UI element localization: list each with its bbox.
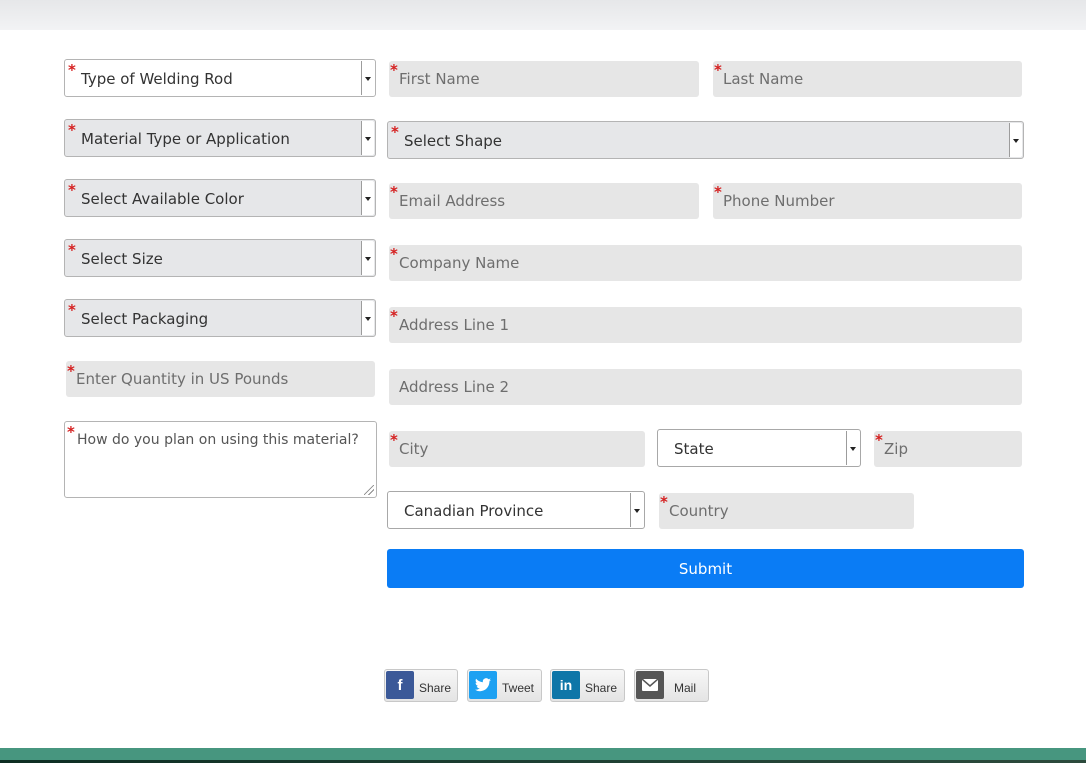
required-marker: * xyxy=(68,181,76,199)
top-header-bar xyxy=(0,0,1086,30)
mail-share-button[interactable]: Mail xyxy=(634,669,709,702)
country-placeholder: Country xyxy=(669,502,729,520)
required-marker: * xyxy=(714,183,722,201)
footer-bar xyxy=(0,748,1086,763)
city-placeholder: City xyxy=(399,440,429,458)
zip-placeholder: Zip xyxy=(884,440,908,458)
canadian-province-select[interactable]: Canadian Province xyxy=(387,491,645,529)
resize-handle-icon[interactable] xyxy=(364,485,374,495)
tweet-button-label: Tweet xyxy=(502,681,535,695)
required-marker: * xyxy=(390,431,398,449)
share-button-label: Share xyxy=(585,681,618,695)
required-marker: * xyxy=(390,61,398,79)
phone-field[interactable]: * Phone Number xyxy=(713,183,1022,219)
required-marker: * xyxy=(68,61,76,79)
required-marker: * xyxy=(390,245,398,263)
chevron-down-icon xyxy=(361,61,374,95)
zip-input[interactable]: * Zip xyxy=(874,431,1022,467)
address-line-2-input[interactable]: Address Line 2 xyxy=(389,369,1022,405)
required-marker: * xyxy=(67,423,75,441)
required-marker: * xyxy=(714,61,722,79)
last-name-input[interactable]: * Last Name xyxy=(713,61,1022,97)
quantity-placeholder: Enter Quantity in US Pounds xyxy=(76,370,289,388)
chevron-down-icon xyxy=(361,241,374,275)
required-marker: * xyxy=(390,183,398,201)
address-line-2-placeholder: Address Line 2 xyxy=(399,378,510,396)
city-input[interactable]: * City xyxy=(389,431,645,467)
address-line-1-input[interactable]: * Address Line 1 xyxy=(389,307,1022,343)
facebook-share-button[interactable]: f Share xyxy=(384,669,458,702)
required-marker: * xyxy=(68,121,76,139)
chevron-down-icon xyxy=(1009,123,1022,157)
required-marker: * xyxy=(660,493,668,511)
size-select[interactable]: * Select Size xyxy=(64,239,376,277)
twitter-icon xyxy=(469,671,497,699)
usage-placeholder: How do you plan on using this material? xyxy=(77,432,359,448)
country-input[interactable]: * Country xyxy=(659,493,914,529)
packaging-select[interactable]: * Select Packaging xyxy=(64,299,376,337)
submit-button[interactable]: Submit xyxy=(387,549,1024,588)
material-type-select[interactable]: * Material Type or Application xyxy=(64,119,376,157)
chevron-down-icon xyxy=(361,121,374,155)
color-select-value: Select Available Color xyxy=(81,190,244,208)
linkedin-share-button[interactable]: in Share xyxy=(550,669,625,702)
chevron-down-icon xyxy=(846,431,859,465)
linkedin-icon: in xyxy=(552,671,580,699)
last-name-placeholder: Last Name xyxy=(723,70,804,88)
required-marker: * xyxy=(390,307,398,325)
required-marker: * xyxy=(67,362,75,380)
state-select-value: State xyxy=(674,440,714,458)
quantity-input[interactable]: * Enter Quantity in US Pounds xyxy=(66,361,375,397)
color-select[interactable]: * Select Available Color xyxy=(64,179,376,217)
address-line-1-placeholder: Address Line 1 xyxy=(399,316,510,334)
size-select-value: Select Size xyxy=(81,250,163,268)
phone-placeholder: Phone Number xyxy=(723,192,835,210)
required-marker: * xyxy=(68,241,76,259)
packaging-select-value: Select Packaging xyxy=(81,310,209,328)
first-name-placeholder: First Name xyxy=(399,70,480,88)
email-placeholder: Email Address xyxy=(399,192,506,210)
required-marker: * xyxy=(68,301,76,319)
first-name-input[interactable]: * First Name xyxy=(389,61,699,97)
chevron-down-icon xyxy=(361,181,374,215)
canadian-province-select-value: Canadian Province xyxy=(404,502,544,520)
twitter-tweet-button[interactable]: Tweet xyxy=(467,669,542,702)
shape-select[interactable]: * Select Shape xyxy=(387,121,1024,159)
email-field[interactable]: * Email Address xyxy=(389,183,699,219)
company-name-input[interactable]: * Company Name xyxy=(389,245,1022,281)
welding-rod-select-value: Type of Welding Rod xyxy=(81,70,233,88)
shape-select-value: Select Shape xyxy=(404,132,503,150)
chevron-down-icon xyxy=(630,493,643,527)
welding-rod-select[interactable]: * Type of Welding Rod xyxy=(64,59,376,97)
mail-button-label: Mail xyxy=(674,681,697,695)
facebook-icon: f xyxy=(386,671,414,699)
chevron-down-icon xyxy=(361,301,374,335)
state-select[interactable]: State xyxy=(657,429,861,467)
mail-icon xyxy=(636,671,664,699)
required-marker: * xyxy=(875,431,883,449)
required-marker: * xyxy=(391,123,399,141)
usage-textarea[interactable]: * How do you plan on using this material… xyxy=(64,421,377,498)
material-type-select-value: Material Type or Application xyxy=(81,130,290,148)
company-name-placeholder: Company Name xyxy=(399,254,520,272)
share-button-label: Share xyxy=(419,681,452,695)
